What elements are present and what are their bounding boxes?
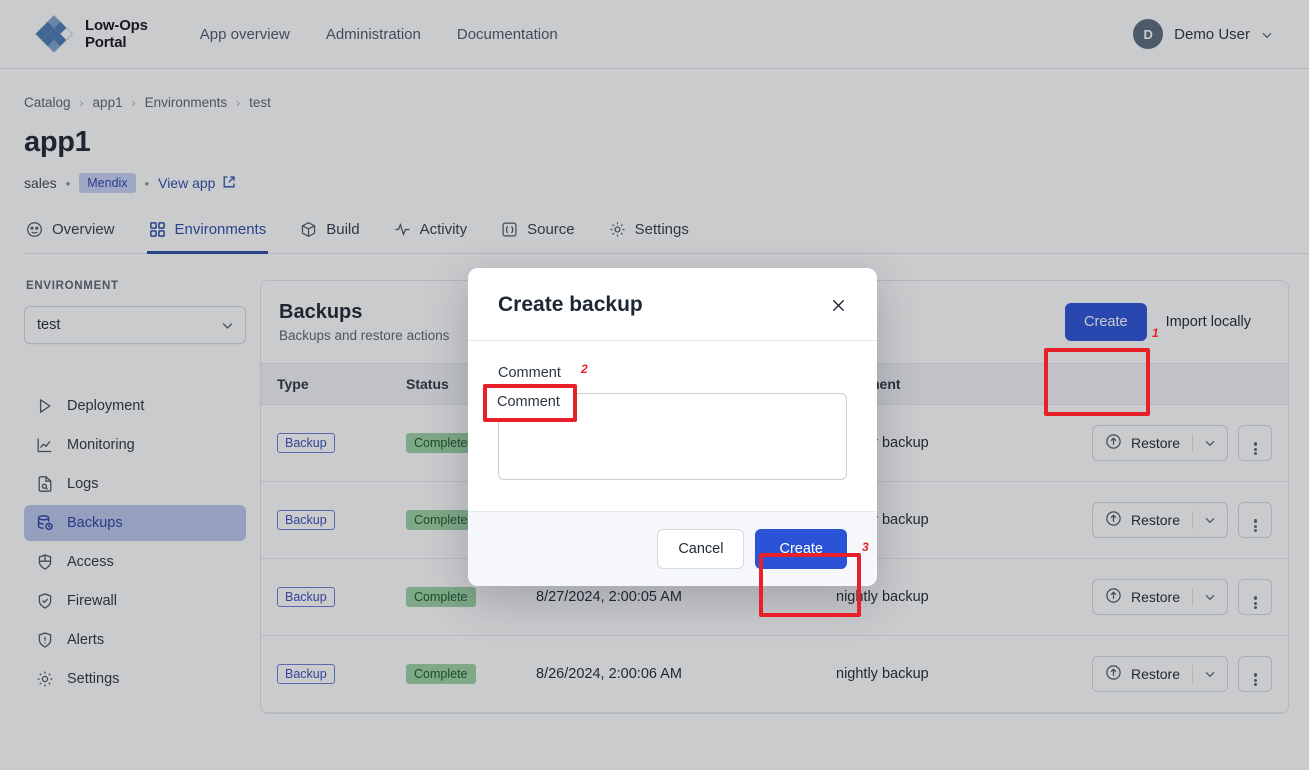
screen: Low-Ops Portal App overview Administrati… [0, 0, 1309, 770]
modal-create-button[interactable]: Create [755, 529, 847, 569]
create-backup-modal: Create backup Comment Cancel Create [468, 268, 877, 586]
modal-header: Create backup [468, 268, 877, 341]
modal-title: Create backup [498, 293, 643, 316]
comment-textarea[interactable] [498, 393, 847, 480]
modal-comment-label: Comment [498, 365, 561, 381]
modal-footer: Cancel Create [468, 511, 877, 586]
modal-body: Comment [468, 341, 877, 511]
close-icon[interactable] [825, 292, 851, 318]
cancel-button[interactable]: Cancel [657, 529, 745, 569]
